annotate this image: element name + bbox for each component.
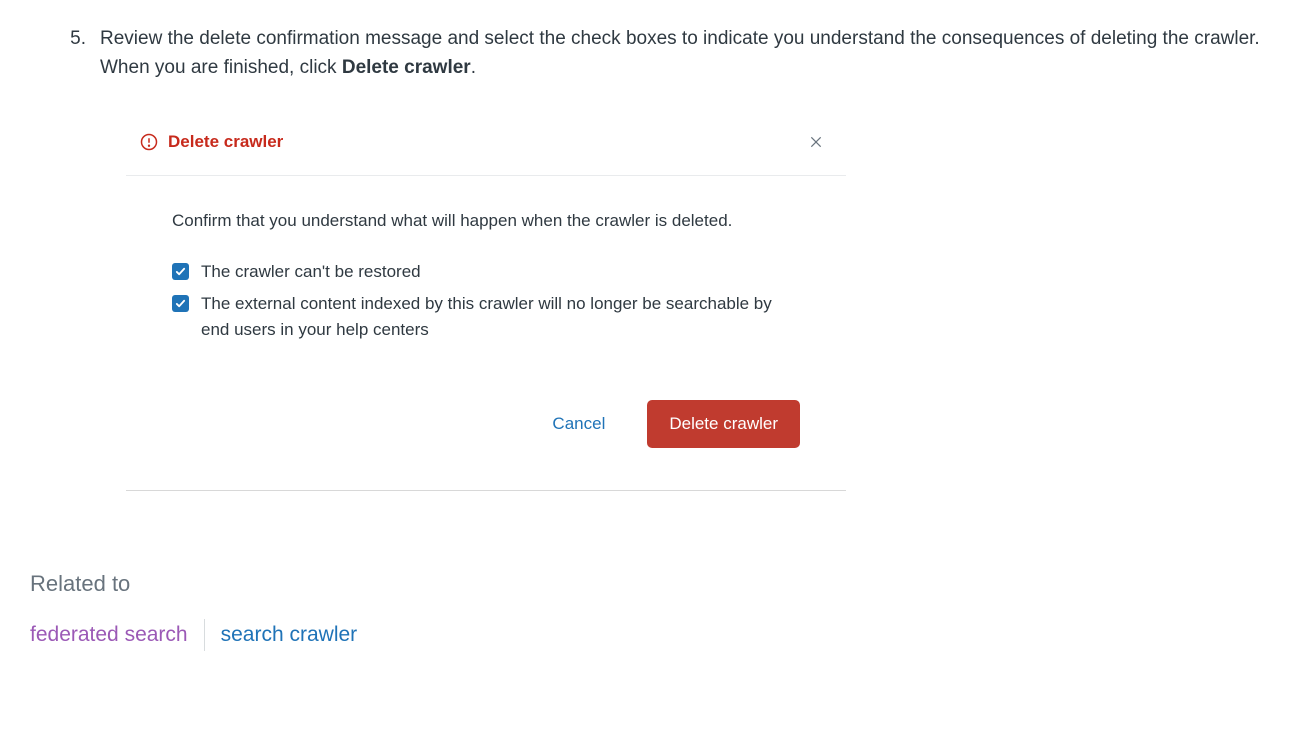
- checkbox-2[interactable]: [172, 295, 189, 312]
- modal-body: Confirm that you understand what will ha…: [126, 176, 846, 399]
- related-link-federated-search[interactable]: federated search: [30, 619, 205, 652]
- modal-title: Delete crawler: [168, 129, 283, 155]
- check-icon: [175, 266, 186, 277]
- checkbox-row-1: The crawler can't be restored: [172, 259, 800, 285]
- checkbox-row-2: The external content indexed by this cra…: [172, 291, 800, 344]
- step-text: Review the delete confirmation message a…: [100, 24, 1278, 83]
- modal-header: Delete crawler: [126, 111, 846, 176]
- checkbox-2-label: The external content indexed by this cra…: [201, 291, 800, 344]
- check-icon: [175, 298, 186, 309]
- related-link-search-crawler[interactable]: search crawler: [205, 619, 358, 652]
- delete-crawler-button[interactable]: Delete crawler: [647, 400, 800, 448]
- checkbox-1-label: The crawler can't be restored: [201, 259, 421, 285]
- related-links: federated search search crawler: [30, 619, 1278, 652]
- alert-circle-icon: [140, 133, 158, 151]
- cancel-button[interactable]: Cancel: [552, 414, 605, 434]
- close-icon[interactable]: [808, 134, 824, 150]
- step-text-after: .: [471, 57, 476, 78]
- delete-crawler-modal: Delete crawler Confirm that you understa…: [126, 111, 846, 491]
- related-heading: Related to: [30, 567, 1278, 601]
- modal-footer: Cancel Delete crawler: [126, 400, 846, 490]
- modal-title-wrap: Delete crawler: [140, 129, 283, 155]
- instruction-step: 5. Review the delete confirmation messag…: [30, 24, 1278, 83]
- related-section: Related to federated search search crawl…: [30, 567, 1278, 652]
- checkbox-1[interactable]: [172, 263, 189, 280]
- step-text-bold: Delete crawler: [342, 57, 471, 78]
- step-text-before: Review the delete confirmation message a…: [100, 28, 1260, 78]
- confirm-message: Confirm that you understand what will ha…: [172, 208, 800, 234]
- step-number: 5.: [30, 24, 90, 83]
